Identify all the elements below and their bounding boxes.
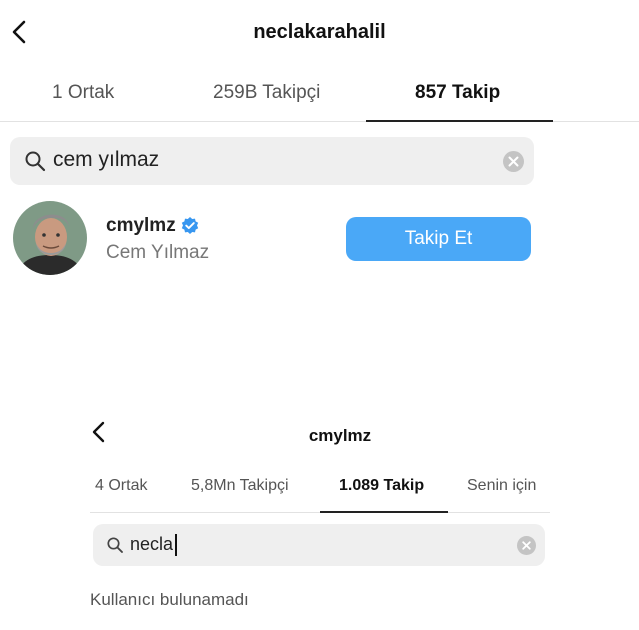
tab-mutual[interactable]: 4 Ortak — [95, 477, 147, 495]
bottom-screen: cmylmz 4 Ortak 5,8Mn Takipçi 1.089 Takip… — [0, 400, 639, 630]
list-item[interactable]: cmylmz Cem Yılmaz Takip Et — [0, 195, 639, 285]
profile-username: neclakarahalil — [253, 21, 386, 43]
active-tab-indicator — [320, 511, 448, 513]
tab-followers[interactable]: 259B Takipçi — [213, 82, 320, 104]
clear-icon[interactable] — [503, 151, 524, 172]
active-tab-indicator — [366, 120, 553, 122]
tab-mutual[interactable]: 1 Ortak — [52, 82, 114, 104]
tab-following[interactable]: 857 Takip — [415, 82, 500, 104]
search-input[interactable]: cem yılmaz — [53, 148, 159, 172]
text-cursor — [175, 534, 178, 557]
empty-result-message: Kullanıcı bulunamadı — [90, 590, 249, 609]
search-bar[interactable]: necla — [93, 524, 545, 566]
tab-following[interactable]: 1.089 Takip — [339, 477, 424, 495]
search-bar[interactable]: cem yılmaz — [10, 137, 534, 185]
avatar — [13, 201, 87, 275]
tab-for-you[interactable]: Senin için — [467, 477, 536, 495]
result-full-name: Cem Yılmaz — [106, 242, 210, 263]
search-input[interactable]: necla — [130, 534, 178, 557]
clear-icon[interactable] — [517, 536, 536, 555]
result-username: cmylmz — [106, 215, 176, 236]
tab-followers[interactable]: 5,8Mn Takipçi — [191, 477, 289, 495]
back-arrow-icon[interactable] — [86, 418, 114, 446]
follow-button[interactable]: Takip Et — [346, 217, 531, 261]
search-icon — [106, 536, 124, 559]
profile-username: cmylmz — [308, 426, 372, 445]
verified-badge-icon — [180, 216, 200, 241]
top-screen: neclakarahalil 1 Ortak 259B Takipçi 857 … — [0, 0, 639, 300]
search-icon — [24, 150, 46, 177]
